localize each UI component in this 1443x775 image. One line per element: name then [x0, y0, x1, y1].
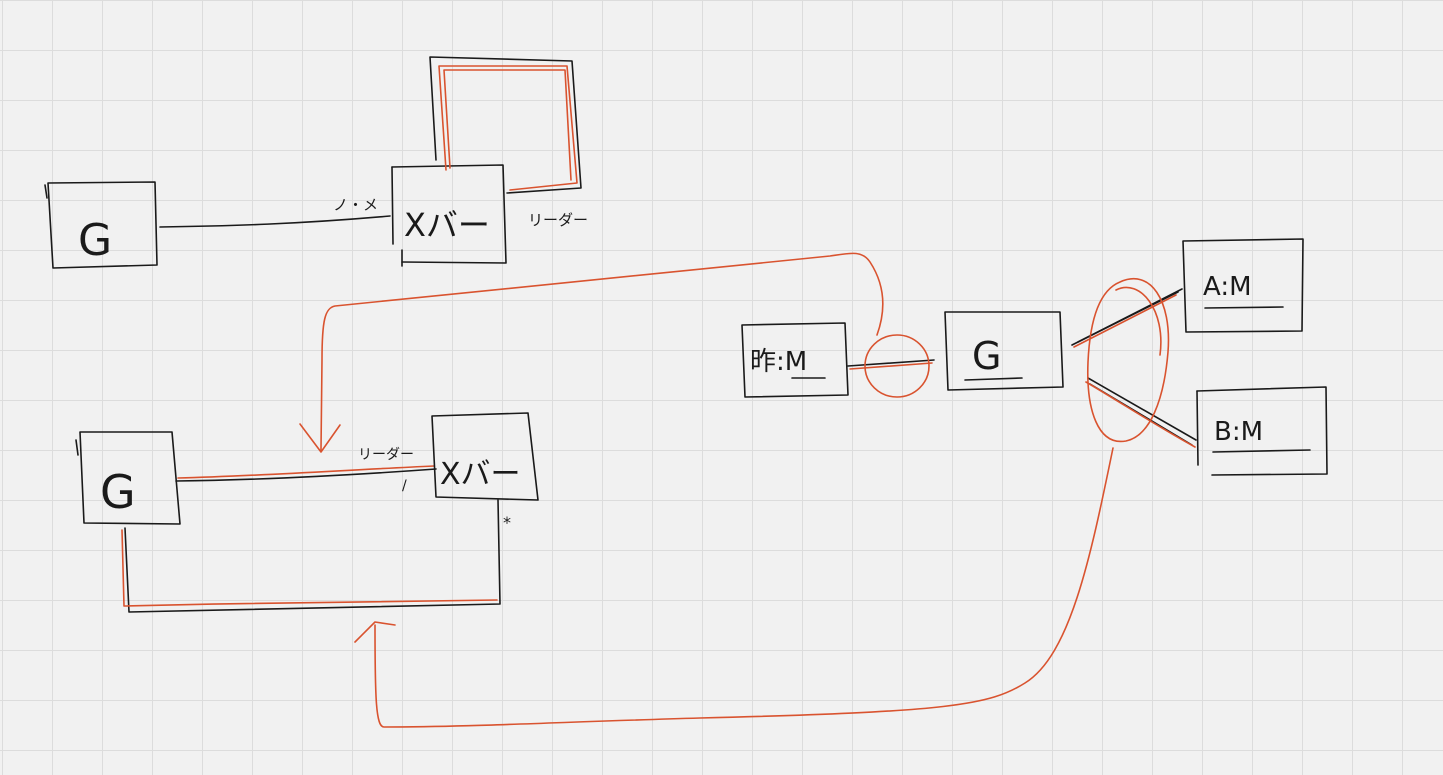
g-box-right[interactable]: G: [944, 311, 1064, 391]
whiteboard-canvas[interactable]: G ノ・メ Xバー リーダー G リーダー / Xバー * 昨:M G A:M …: [0, 0, 1443, 775]
xbar-box-bottom[interactable]: Xバー: [431, 412, 539, 501]
box-right-left[interactable]: 昨:M: [741, 322, 849, 398]
relation-label-top-right: リーダー: [528, 211, 588, 229]
connector-g-xbar-bottom: [175, 468, 437, 482]
sketch-layer: G ノ・メ Xバー リーダー G リーダー / Xバー * 昨:M G A:M …: [44, 56, 1328, 728]
box-right-left-label: 昨:M: [750, 347, 807, 377]
g-box-bottom-left-label: G: [100, 465, 136, 519]
g-box-top-left[interactable]: G: [44, 181, 158, 269]
self-loop-black: [429, 56, 582, 194]
connector-g-xbar-top: [159, 215, 391, 228]
relation-label-bottom-many: *: [503, 513, 511, 532]
a-box-label: A:M: [1203, 272, 1252, 302]
bottom-loop-red: [121, 529, 498, 607]
b-box-label: B:M: [1214, 417, 1263, 447]
relation-label-top-left: ノ・メ: [333, 196, 378, 214]
relation-label-bottom-top: リーダー: [358, 447, 414, 463]
xbar-box-top-label: Xバー: [404, 206, 490, 244]
relation-label-bottom-one: /: [402, 478, 407, 494]
connector-g-b: [1087, 377, 1197, 441]
self-loop-red: [438, 65, 578, 191]
xbar-box-bottom-label: Xバー: [440, 457, 521, 492]
g-box-right-label: G: [972, 334, 1001, 378]
g-box-bottom-left[interactable]: G: [75, 431, 181, 525]
g-box-top-left-label: G: [78, 215, 112, 266]
a-box[interactable]: A:M: [1182, 238, 1304, 333]
xbar-box-top[interactable]: Xバー: [391, 164, 507, 267]
b-box[interactable]: B:M: [1196, 386, 1328, 476]
bottom-loop-black: [124, 499, 501, 613]
